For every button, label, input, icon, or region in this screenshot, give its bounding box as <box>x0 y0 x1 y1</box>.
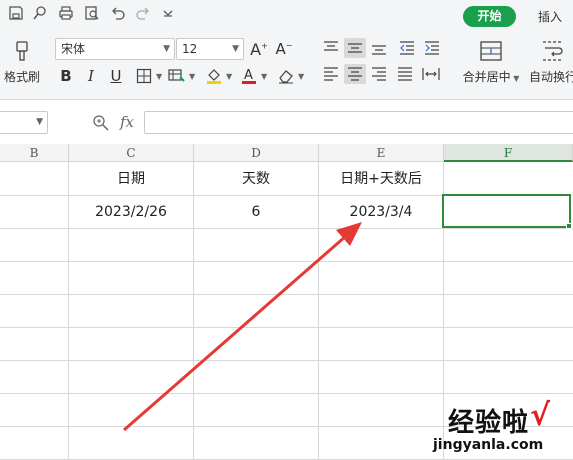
checkmark-icon: √ <box>530 398 551 433</box>
spreadsheet-window: 开始 插入 格式刷 宋体 ▼ 12 ▼ A+ A− B I U ▼ ▼ ▼ A … <box>0 0 573 460</box>
watermark-title: 经验啦 <box>448 408 530 438</box>
watermark-url: jingyanla.com <box>433 437 544 453</box>
annotation-arrow <box>123 222 362 432</box>
